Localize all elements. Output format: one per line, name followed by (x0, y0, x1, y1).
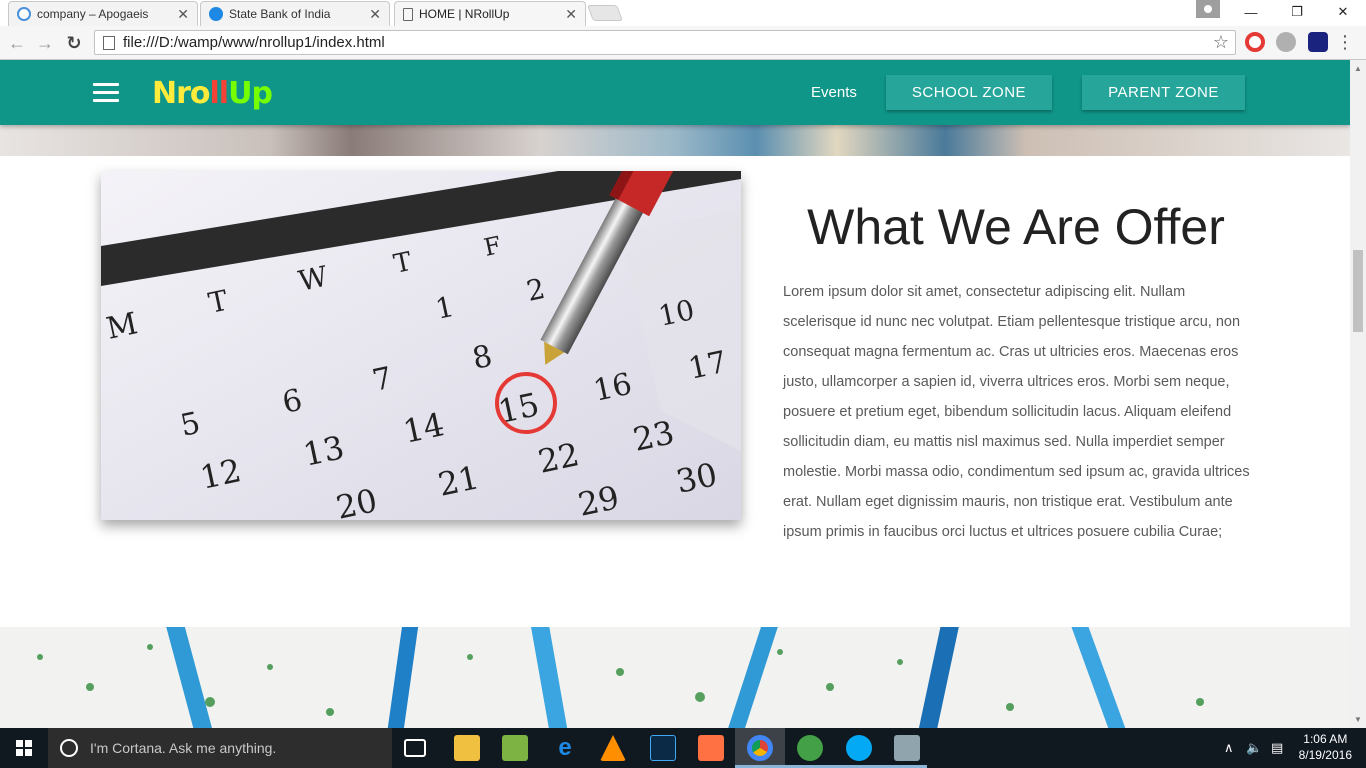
address-bar[interactable]: file:///D:/wamp/www/nrollup1/index.html … (94, 30, 1236, 55)
browser-tab-strip: company – Apogaeis ✕ State Bank of India… (0, 0, 1366, 26)
clock-time: 1:06 AM (1303, 732, 1348, 746)
tab-state-bank-of-india[interactable]: State Bank of India ✕ (200, 1, 390, 26)
site-header: NrollUp Events SCHOOL ZONE PARENT ZONE (0, 60, 1350, 125)
logo-letter: ro (176, 76, 210, 111)
calendar-number: 29 (575, 478, 623, 520)
school-zone-button[interactable]: SCHOOL ZONE (886, 75, 1052, 110)
profile-icon[interactable] (1196, 0, 1220, 18)
reload-icon[interactable]: ↻ (63, 32, 85, 54)
tab-title: HOME | NRollUp (419, 7, 510, 21)
parent-zone-button[interactable]: PARENT ZONE (1082, 75, 1245, 110)
volume-icon[interactable]: 🔈 (1246, 740, 1262, 756)
page-icon (103, 35, 115, 50)
close-window-icon[interactable]: ✕ (1320, 0, 1366, 24)
section-title: What We Are Offer (807, 199, 1225, 255)
extension-app-icon[interactable] (1308, 32, 1328, 52)
calendar-image: M T W T F 1 2 5 6 7 8 12 13 14 15 16 17 … (101, 171, 741, 520)
tab-title: company – Apogaeis (37, 7, 149, 21)
scroll-up-icon[interactable]: ▲ (1354, 64, 1362, 73)
chrome-icon[interactable] (747, 735, 773, 761)
windows-start-icon[interactable] (0, 728, 48, 768)
scroll-down-icon[interactable]: ▼ (1354, 715, 1362, 724)
bookmark-star-icon[interactable]: ☆ (1213, 32, 1229, 53)
edge-browser-icon[interactable]: e (552, 735, 578, 761)
window-controls: — ❐ ✕ (1228, 0, 1366, 24)
browser-toolbar: ← → ↻ file:///D:/wamp/www/nrollup1/index… (0, 26, 1366, 60)
logo-letter: N (152, 76, 177, 111)
cortana-icon (60, 739, 78, 757)
pencils-image (0, 627, 1350, 728)
vlc-icon[interactable] (600, 735, 626, 761)
page-favicon-icon (403, 7, 413, 21)
scrollbar-thumb[interactable] (1353, 250, 1363, 332)
sbi-favicon-icon (209, 7, 223, 21)
clock-date: 8/19/2016 (1298, 748, 1352, 762)
hamburger-menu-icon[interactable] (93, 83, 119, 103)
page-scrollbar[interactable]: ▲ ▼ (1350, 60, 1366, 728)
paint-icon[interactable] (894, 735, 920, 761)
forward-icon[interactable]: → (34, 32, 56, 54)
task-view-icon[interactable] (404, 739, 426, 757)
extension-globe-icon[interactable] (1276, 32, 1296, 52)
logo-letter: ll (209, 76, 230, 111)
cortana-search-box[interactable]: I'm Cortana. Ask me anything. (48, 728, 392, 768)
tab-close-icon[interactable]: ✕ (369, 6, 381, 23)
new-tab-button[interactable] (587, 5, 623, 21)
system-clock[interactable]: 1:06 AM 8/19/2016 (1299, 731, 1352, 763)
notification-icon[interactable]: ▤ (1271, 740, 1283, 756)
minimize-icon[interactable]: — (1228, 0, 1274, 24)
pencils-illustration (0, 627, 1350, 728)
utorrent-icon[interactable] (797, 735, 823, 761)
tab-title: State Bank of India (229, 7, 331, 21)
media-player-icon[interactable] (698, 735, 724, 761)
file-explorer-icon[interactable] (454, 735, 480, 761)
tab-close-icon[interactable]: ✕ (565, 6, 577, 23)
site-logo[interactable]: NrollUp (152, 76, 273, 111)
skype-icon[interactable] (846, 735, 872, 761)
tray-chevron-icon[interactable]: ∧ (1224, 740, 1234, 756)
windows-taskbar: I'm Cortana. Ask me anything. e ∧ 🔈 ▤ 1:… (0, 728, 1366, 768)
nav-events-link[interactable]: Events (811, 84, 857, 101)
opera-extension-icon[interactable] (1245, 32, 1265, 52)
task-manager-icon[interactable] (502, 735, 528, 761)
photoshop-icon[interactable] (650, 735, 676, 761)
tab-close-icon[interactable]: ✕ (177, 6, 189, 23)
back-icon[interactable]: ← (6, 32, 28, 54)
logo-letter: Up (228, 76, 273, 111)
url-text: file:///D:/wamp/www/nrollup1/index.html (123, 34, 385, 51)
calendar-illustration: M T W T F 1 2 5 6 7 8 12 13 14 15 16 17 … (101, 171, 741, 520)
hero-image-strip (0, 125, 1350, 156)
apogaeis-favicon-icon (17, 7, 31, 21)
tab-home-nrollup[interactable]: HOME | NRollUp ✕ (394, 1, 586, 26)
section-body-text: Lorem ipsum dolor sit amet, consectetur … (783, 284, 1250, 540)
chrome-menu-icon[interactable]: ⋮ (1336, 32, 1354, 52)
cortana-placeholder: I'm Cortana. Ask me anything. (90, 740, 277, 756)
page-viewport: NrollUp Events SCHOOL ZONE PARENT ZONE M… (0, 60, 1350, 728)
restore-icon[interactable]: ❐ (1274, 0, 1320, 24)
tab-company-apogaeis[interactable]: company – Apogaeis ✕ (8, 1, 198, 26)
